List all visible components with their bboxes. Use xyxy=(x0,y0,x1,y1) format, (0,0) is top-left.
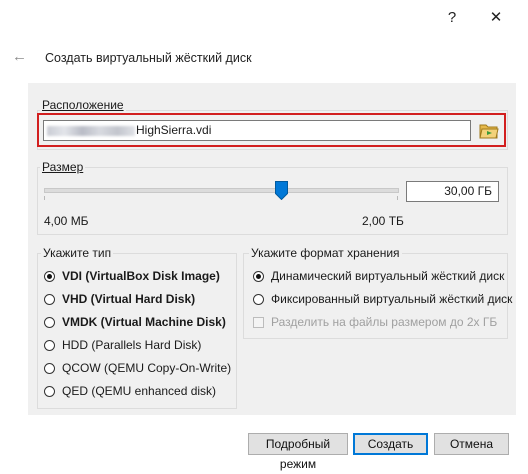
radio-button[interactable] xyxy=(44,293,55,305)
size-slider-thumb[interactable] xyxy=(275,181,288,201)
type-option-qcow[interactable]: QCOW (QEMU Copy-On-Write) xyxy=(44,359,231,377)
help-icon[interactable]: ? xyxy=(440,6,464,30)
type-option-label: VHD (Virtual Hard Disk) xyxy=(62,292,196,306)
type-option-vdi[interactable]: VDI (VirtualBox Disk Image) xyxy=(44,267,220,285)
close-icon[interactable]: ✕ xyxy=(484,6,508,30)
split-files-label: Разделить на файлы размером до 2х ГБ xyxy=(271,315,498,329)
storage-option-label: Динамический виртуальный жёсткий диск xyxy=(271,269,505,283)
size-legend: Размер xyxy=(40,160,86,174)
type-option-label: VDI (VirtualBox Disk Image) xyxy=(62,269,220,283)
type-option-vhd[interactable]: VHD (Virtual Hard Disk) xyxy=(44,290,195,308)
slider-tick xyxy=(44,196,45,200)
type-option-vmdk[interactable]: VMDK (Virtual Machine Disk) xyxy=(44,313,226,331)
storage-option-fixed[interactable]: Фиксированный виртуальный жёсткий диск xyxy=(253,290,512,308)
size-slider-track[interactable] xyxy=(44,188,399,193)
dialog-title: Создать виртуальный жёсткий диск xyxy=(45,51,252,65)
slider-tick xyxy=(397,196,398,200)
create-button[interactable]: Создать xyxy=(353,433,428,455)
split-files-checkbox-row[interactable]: Разделить на файлы размером до 2х ГБ xyxy=(253,313,497,331)
file-name-text: HighSierra.vdi xyxy=(136,123,212,137)
type-option-label: HDD (Parallels Hard Disk) xyxy=(62,338,202,352)
storage-legend: Укажите формат хранения xyxy=(249,246,402,260)
type-option-hdd[interactable]: HDD (Parallels Hard Disk) xyxy=(44,336,201,354)
obscured-path xyxy=(47,125,135,136)
radio-button[interactable] xyxy=(44,270,55,282)
size-input[interactable]: 30,00 ГБ xyxy=(406,181,499,202)
back-arrow-icon[interactable]: ← xyxy=(12,48,27,65)
type-option-label: VMDK (Virtual Machine Disk) xyxy=(62,315,226,329)
size-max-label: 2,00 ТБ xyxy=(362,214,404,228)
type-option-label: QED (QEMU enhanced disk) xyxy=(62,384,217,398)
radio-button[interactable] xyxy=(44,385,55,397)
size-min-label: 4,00 МБ xyxy=(44,214,89,228)
type-legend: Укажите тип xyxy=(41,246,114,260)
radio-button[interactable] xyxy=(44,362,55,374)
type-option-qed[interactable]: QED (QEMU enhanced disk) xyxy=(44,382,216,400)
storage-option-dynamic[interactable]: Динамический виртуальный жёсткий диск xyxy=(253,267,504,285)
split-files-checkbox[interactable] xyxy=(253,316,264,328)
storage-option-label: Фиксированный виртуальный жёсткий диск xyxy=(271,292,513,306)
folder-icon[interactable] xyxy=(478,120,499,141)
cancel-button[interactable]: Отмена xyxy=(434,433,509,455)
radio-button[interactable] xyxy=(253,293,264,305)
radio-button[interactable] xyxy=(44,316,55,328)
expert-mode-button[interactable]: Подробный режим xyxy=(248,433,348,471)
location-legend: Расположение xyxy=(40,98,126,112)
radio-button[interactable] xyxy=(44,339,55,351)
radio-button[interactable] xyxy=(253,270,264,282)
type-option-label: QCOW (QEMU Copy-On-Write) xyxy=(62,361,232,375)
file-path-field[interactable]: HighSierra.vdi xyxy=(43,120,471,141)
